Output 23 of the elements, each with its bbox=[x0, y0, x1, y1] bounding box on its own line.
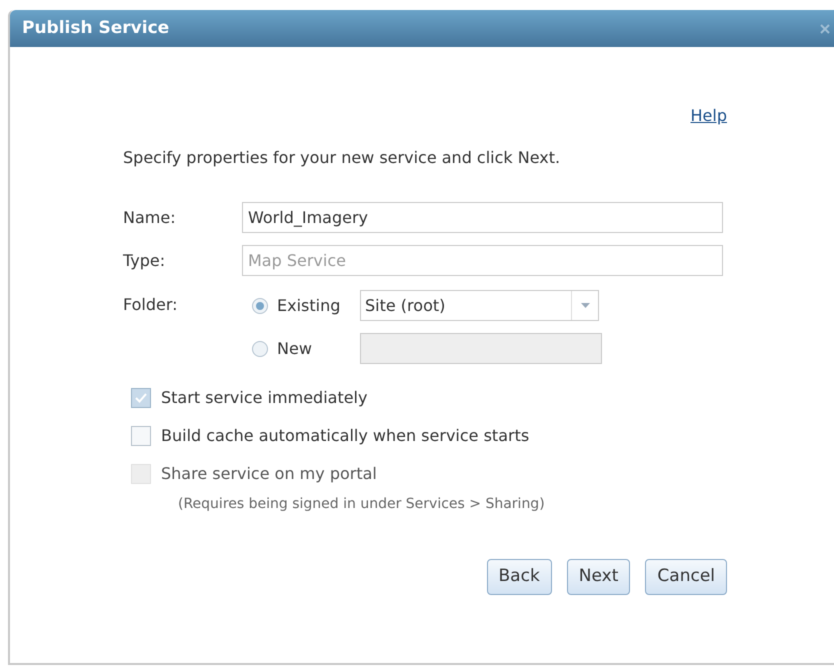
folder-dropdown[interactable]: Site (root) bbox=[360, 290, 599, 321]
dialog-button[interactable]: Back bbox=[486, 559, 552, 595]
checkbox[interactable] bbox=[131, 388, 151, 408]
checkbox-label: Share service on my portal bbox=[161, 463, 377, 485]
checkmark-icon bbox=[135, 393, 147, 403]
field-label: Folder: bbox=[123, 294, 179, 316]
close-icon[interactable] bbox=[820, 24, 830, 34]
radio-label: New bbox=[277, 338, 313, 360]
checkbox[interactable] bbox=[131, 426, 151, 446]
help-link[interactable]: Help bbox=[690, 104, 727, 128]
dialog-button[interactable]: Next bbox=[566, 559, 630, 595]
checkbox-label: Build cache automatically when service starts bbox=[161, 425, 530, 447]
instruction-text: Specify properties for your new service and click Next. bbox=[123, 147, 562, 169]
radio-label: Existing bbox=[277, 294, 342, 316]
field-label: Type: bbox=[123, 250, 166, 272]
caret-icon bbox=[580, 303, 590, 308]
window-title: Publish Service bbox=[22, 16, 170, 40]
radio-button[interactable] bbox=[252, 298, 268, 314]
checkbox-label: Start service immediately bbox=[161, 387, 368, 409]
text-field[interactable]: World_Imagery bbox=[242, 202, 723, 233]
dialog-button[interactable]: Cancel bbox=[645, 559, 727, 595]
field-label: Name: bbox=[123, 206, 177, 228]
note-text: (Requires being signed in under Services > Sharing) bbox=[178, 495, 546, 514]
